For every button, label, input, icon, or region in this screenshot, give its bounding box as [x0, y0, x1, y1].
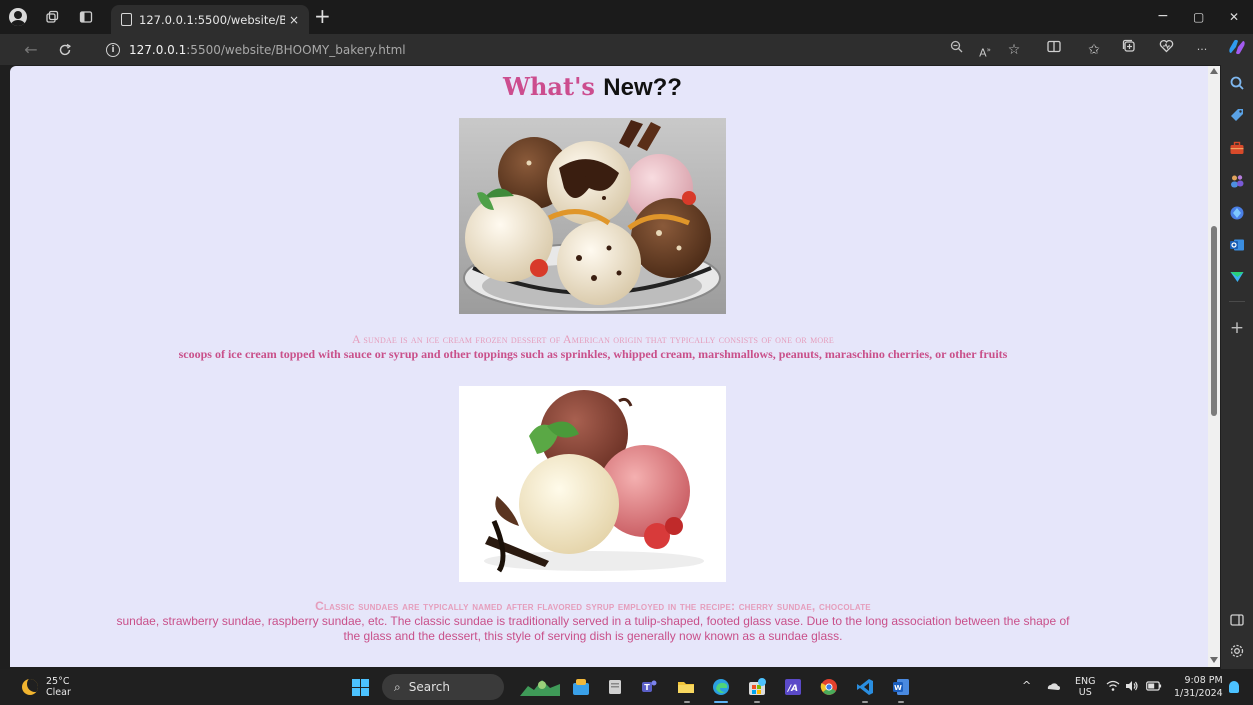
- svg-text:W: W: [894, 684, 902, 692]
- taskbar-search-label: Search: [408, 680, 450, 694]
- split-view-icon[interactable]: [1043, 39, 1065, 61]
- new-tab-button[interactable]: +: [314, 6, 331, 26]
- windows-taskbar: 25°C Clear ⌕ Search T /A W ^ ENG US 9:08…: [0, 669, 1253, 705]
- system-clock[interactable]: 9:08 PM 1/31/2024: [1174, 674, 1223, 700]
- folder-running-indicator: [684, 701, 690, 703]
- browser-essentials-icon[interactable]: [1155, 39, 1177, 61]
- page-viewport: What's New?? A sundae is an ice cream fr…: [10, 66, 1220, 667]
- people-icon[interactable]: [1229, 173, 1245, 189]
- chrome-icon[interactable]: [820, 678, 838, 696]
- app-store-icon[interactable]: [572, 678, 590, 696]
- split-screen-icon[interactable]: [1229, 612, 1245, 628]
- send-icon[interactable]: [1229, 269, 1245, 285]
- briefcase-icon[interactable]: [1229, 140, 1245, 156]
- copilot-icon[interactable]: [1229, 205, 1245, 221]
- outlook-icon[interactable]: [1229, 237, 1245, 253]
- close-window-button[interactable]: ✕: [1229, 10, 1239, 24]
- folder-icon[interactable]: [677, 678, 695, 696]
- site-info-icon[interactable]: i: [106, 42, 120, 57]
- vscode-running-indicator: [862, 701, 868, 703]
- minimize-button[interactable]: −: [1157, 8, 1169, 24]
- title-main-word: New??: [603, 74, 682, 101]
- store-running-indicator: [754, 701, 760, 703]
- url-path: :5500/website/BHOOMY_bakery.html: [186, 42, 406, 57]
- sidebar-divider: [1229, 301, 1245, 302]
- edge-active-indicator: [714, 701, 728, 703]
- scroll-down-arrow-icon[interactable]: [1210, 657, 1218, 663]
- edge-browser-icon[interactable]: [712, 678, 730, 696]
- scroll-up-arrow-icon[interactable]: [1210, 68, 1218, 74]
- visual-studio-icon[interactable]: /A: [784, 678, 802, 696]
- settings-icon[interactable]: [1229, 643, 1245, 659]
- edge-sidebar: +: [1221, 65, 1253, 669]
- search-icon: ⌕: [394, 679, 401, 694]
- add-icon[interactable]: +: [1229, 320, 1245, 337]
- read-aloud-icon[interactable]: A»: [974, 39, 996, 61]
- scroll-thumb[interactable]: [1211, 226, 1217, 416]
- teams-icon[interactable]: T: [640, 678, 658, 696]
- refresh-button[interactable]: [54, 39, 76, 61]
- collections-icon[interactable]: [1118, 39, 1140, 61]
- favorites-list-icon[interactable]: ✩: [1083, 39, 1105, 61]
- classic-sundaes-description: Classic sundaes are typically named afte…: [110, 599, 1076, 644]
- url-host: 127.0.0.1: [129, 42, 187, 57]
- vscode-icon[interactable]: [856, 678, 874, 696]
- battery-icon[interactable]: [1146, 681, 1162, 694]
- workspaces-icon[interactable]: [42, 7, 62, 27]
- title-accent-word: What's: [503, 72, 595, 101]
- tag-icon[interactable]: [1229, 107, 1245, 123]
- region-code: US: [1078, 687, 1092, 698]
- word-running-indicator: [898, 701, 904, 703]
- moon-icon: [22, 679, 38, 695]
- clock-time: 9:08 PM: [1184, 675, 1223, 686]
- svg-text:T: T: [644, 683, 650, 692]
- copilot-icon[interactable]: [1226, 39, 1248, 61]
- back-button[interactable]: ←: [20, 39, 42, 61]
- zoom-icon[interactable]: [945, 39, 967, 61]
- store-badge-icon[interactable]: [748, 678, 766, 696]
- file-explorer-icon[interactable]: [606, 678, 624, 696]
- tab-actions-icon[interactable]: [76, 7, 96, 27]
- sundae-bowl-image: [459, 118, 726, 314]
- volume-icon[interactable]: [1125, 680, 1139, 695]
- restore-button[interactable]: ▢: [1193, 10, 1204, 24]
- weather-temperature: 25°C: [46, 676, 70, 687]
- tab-close-button[interactable]: ×: [285, 13, 303, 27]
- sundae-description-lead: A sundae is an ice cream frozen dessert …: [351, 332, 835, 346]
- clock-date: 1/31/2024: [1174, 688, 1223, 699]
- active-tab[interactable]: 127.0.0.1:5500/website/BHOOMY ×: [111, 5, 309, 34]
- page-title: What's New??: [10, 72, 1175, 102]
- page-scrollbar[interactable]: [1208, 66, 1220, 667]
- word-icon[interactable]: W: [892, 678, 910, 696]
- page-icon: [121, 13, 132, 26]
- profile-icon[interactable]: [8, 7, 28, 27]
- weather-widget[interactable]: 25°C Clear: [22, 676, 71, 698]
- language-code: ENG: [1075, 676, 1096, 687]
- ice-cream-scoops-image: [459, 386, 726, 582]
- search-icon[interactable]: [1229, 75, 1245, 91]
- start-button[interactable]: [352, 679, 369, 696]
- show-hidden-icons-icon[interactable]: ^: [1022, 679, 1031, 692]
- address-bar[interactable]: i 127.0.0.1:5500/website/BHOOMY_bakery.h…: [92, 37, 1024, 62]
- language-indicator[interactable]: ENG US: [1075, 676, 1095, 698]
- notification-bell-icon[interactable]: [1229, 681, 1239, 693]
- taskbar-search[interactable]: ⌕ Search: [382, 674, 504, 700]
- favorite-star-icon[interactable]: ☆: [1003, 39, 1025, 61]
- classic-sundaes-lead: Classic sundaes are typically named afte…: [315, 599, 871, 613]
- widgets-landscape-icon[interactable]: [520, 678, 560, 696]
- weather-condition: Clear: [46, 687, 71, 698]
- onedrive-icon[interactable]: [1046, 679, 1060, 696]
- more-icon[interactable]: ···: [1191, 39, 1213, 61]
- tab-title: 127.0.0.1:5500/website/BHOOMY: [139, 12, 285, 27]
- sundae-description-body: scoops of ice cream topped with sauce or…: [178, 347, 1008, 361]
- sundae-description: A sundae is an ice cream frozen dessert …: [110, 332, 1076, 362]
- svg-text:/A: /A: [787, 684, 798, 694]
- wifi-icon[interactable]: [1106, 680, 1120, 695]
- classic-sundaes-body: sundae, strawberry sundae, raspberry sun…: [116, 614, 1070, 643]
